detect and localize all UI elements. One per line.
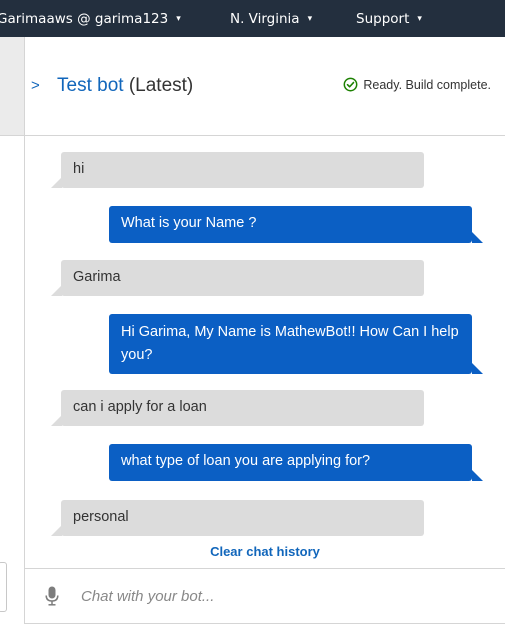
bot-message: What is your Name ? [109,206,483,243]
bot-version: (Latest) [128,75,194,96]
support-menu[interactable]: Support ▾ [356,0,422,37]
user-message: can i apply for a loan [51,390,424,426]
build-status-text: Ready. Build complete. [363,77,491,92]
left-panel-header [0,37,24,136]
user-message: Garima [51,260,424,296]
user-message: personal [51,500,424,536]
clear-chat-history-link[interactable]: Clear chat history [25,544,505,559]
left-panel-control[interactable] [0,562,7,612]
region-menu[interactable]: N. Virginia ▾ [230,0,312,37]
caret-down-icon: ▾ [417,13,422,24]
chat-transcript: hi What is your Name ? Garima Hi Garima,… [25,136,505,568]
test-bot-header: > Test bot (Latest) Ready. Build complet… [25,37,505,136]
user-message: hi [51,152,424,188]
build-status: Ready. Build complete. [343,77,491,92]
bot-title: Test bot (Latest) [57,75,193,97]
caret-down-icon: ▾ [307,13,313,24]
region-label: N. Virginia [230,10,300,27]
account-menu[interactable]: Garimaaws @ garima123 ▾ [0,0,181,37]
chat-input[interactable] [81,579,481,613]
bot-message: Hi Garima, My Name is MathewBot!! How Ca… [109,314,483,374]
account-label: Garimaaws @ garima123 [0,10,169,27]
support-label: Support [356,10,410,27]
microphone-icon[interactable] [45,586,59,606]
bot-name[interactable]: Test bot [57,75,124,96]
chat-input-area [25,568,505,624]
top-nav-bar: Garimaaws @ garima123 ▾ N. Virginia ▾ Su… [0,0,505,37]
caret-down-icon: ▾ [176,13,181,24]
bot-message: what type of loan you are applying for? [109,444,483,481]
left-panel-edge [0,37,24,624]
chevron-right-icon[interactable]: > [31,77,40,94]
check-circle-icon [343,77,358,92]
